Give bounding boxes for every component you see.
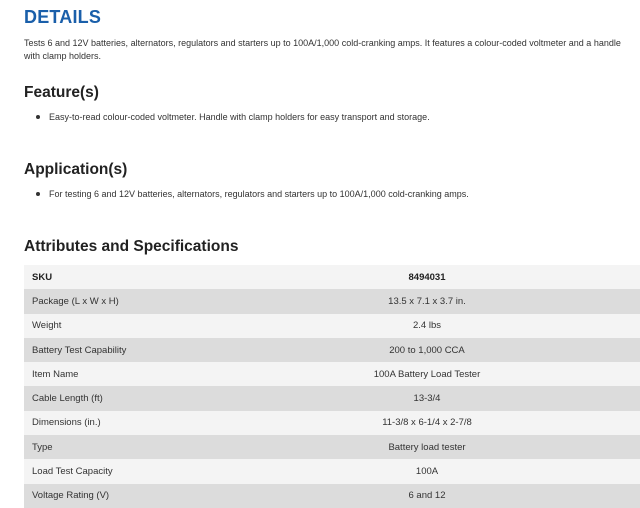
spec-label: Battery Test Capability	[32, 344, 127, 356]
attributes-heading: Attributes and Specifications	[24, 238, 239, 255]
spec-value: 100A	[415, 466, 439, 478]
spec-label: Package (L x W x H)	[32, 295, 119, 307]
spec-value: 13.5 x 7.1 x 3.7 in.	[388, 295, 466, 307]
spec-label: Type	[32, 441, 53, 453]
spec-label: Load Test Capacity	[32, 466, 113, 478]
details-description: Tests 6 and 12V batteries, alternators, …	[24, 38, 621, 61]
spec-value: 11-3/8 x 6-1/4 x 2-7/8	[382, 417, 472, 429]
spec-value: 6 and 12	[408, 490, 446, 502]
spec-label: Dimensions (in.)	[32, 417, 101, 429]
spec-value: 13-3/4	[413, 393, 441, 405]
table-row: Weight 2.4 lbs	[24, 313, 640, 338]
spec-label: SKU	[32, 271, 53, 283]
applications-list: For testing 6 and 12V batteries, alterna…	[24, 188, 624, 200]
list-item: For testing 6 and 12V batteries, alterna…	[24, 188, 624, 200]
spec-value: 100A Battery Load Tester	[373, 368, 481, 380]
spec-value: Battery load tester	[388, 441, 466, 453]
spec-value: 8494031	[408, 271, 446, 283]
list-item: Easy-to-read colour-coded voltmeter. Han…	[24, 111, 624, 123]
details-heading: DETAILS	[24, 7, 102, 27]
table-row: Load Test Capacity 100A	[24, 459, 640, 484]
features-list: Easy-to-read colour-coded voltmeter. Han…	[24, 111, 624, 123]
applications-heading: Application(s)	[24, 161, 128, 178]
spec-label: Cable Length (ft)	[32, 393, 103, 405]
table-row: Cable Length (ft) 13-3/4	[24, 386, 640, 411]
table-row: Battery Test Capability 200 to 1,000 CCA	[24, 337, 640, 363]
spec-value: 2.4 lbs	[413, 320, 441, 332]
table-row: Voltage Rating (V) 6 and 12	[24, 483, 640, 508]
product-details-page: DETAILS Tests 6 and 12V batteries, alter…	[0, 0, 640, 508]
spec-label: Weight	[32, 320, 62, 332]
table-row-sku: SKU 8494031	[24, 265, 640, 290]
spec-label: Voltage Rating (V)	[32, 490, 110, 502]
spec-label: Item Name	[32, 368, 79, 380]
features-heading: Feature(s)	[24, 84, 99, 101]
table-row: Item Name 100A Battery Load Tester	[24, 362, 640, 387]
attributes-table: SKU 8494031 Package (L x W x H) 13.5 x 7…	[24, 265, 640, 508]
spec-value: 200 to 1,000 CCA	[389, 344, 465, 356]
table-row: Dimensions (in.) 11-3/8 x 6-1/4 x 2-7/8	[24, 410, 640, 436]
table-row: Type Battery load tester	[24, 435, 640, 460]
table-row: Package (L x W x H) 13.5 x 7.1 x 3.7 in.	[24, 289, 640, 314]
